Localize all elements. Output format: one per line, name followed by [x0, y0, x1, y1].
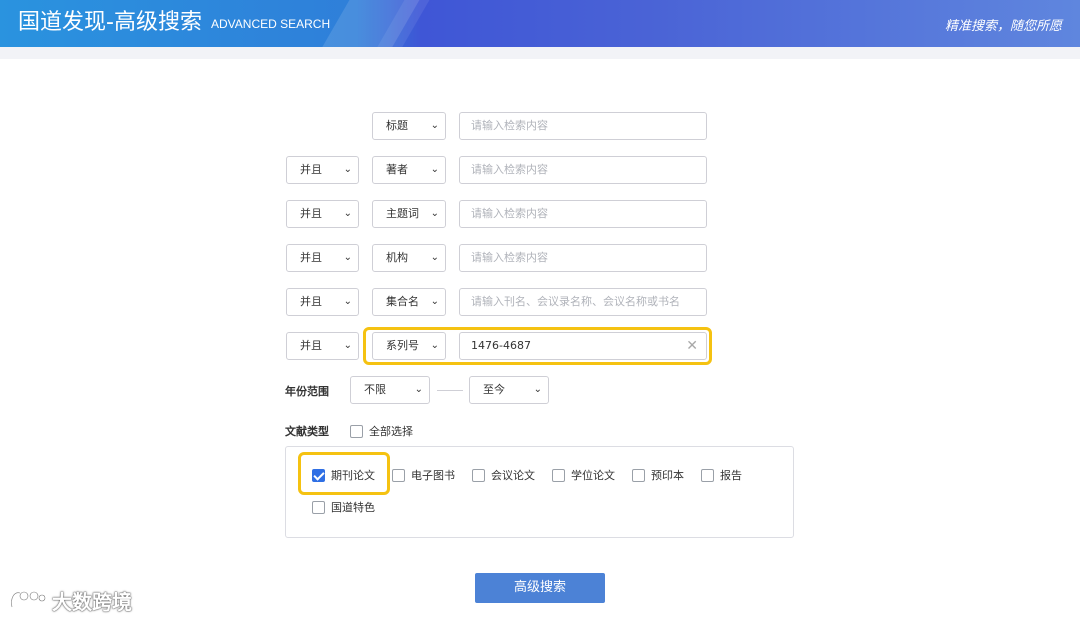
year-range-label: 年份范围 — [285, 385, 329, 398]
checkbox-icon[interactable] — [552, 468, 565, 482]
highlight-box-series — [363, 327, 712, 365]
option-label: 学位论文 — [571, 469, 615, 482]
chevron-down-icon: ⌄ — [430, 296, 439, 307]
search-input-row-5[interactable]: 请输入刊名、会议录名称、会议名称或书名 — [459, 288, 707, 316]
field-select-value: 著者 — [386, 163, 408, 176]
year-to-value: 至今 — [483, 383, 505, 396]
year-from-select[interactable]: 不限 ⌄ — [350, 376, 430, 404]
option-label: 电子图书 — [411, 469, 455, 482]
year-from-value: 不限 — [364, 383, 386, 396]
search-input-row-4[interactable]: 请输入检索内容 — [459, 244, 707, 272]
field-select-row-2[interactable]: 著者 ⌄ — [372, 156, 446, 184]
checkbox-icon[interactable] — [632, 468, 645, 482]
checkbox-icon[interactable] — [392, 468, 405, 482]
doc-type-option-special[interactable]: 国道特色 — [312, 499, 375, 515]
logic-select-value: 并且 — [300, 251, 322, 264]
search-input-row-1[interactable]: 请输入检索内容 — [459, 112, 707, 140]
chevron-down-icon: ⌄ — [430, 252, 439, 263]
input-placeholder: 请输入检索内容 — [471, 251, 548, 264]
checkbox-icon[interactable] — [312, 500, 325, 514]
logic-select-row-5[interactable]: 并且 ⌄ — [286, 288, 359, 316]
doc-type-option-ebook[interactable]: 电子图书 — [392, 467, 455, 483]
watermark-logo-icon — [10, 590, 47, 607]
page-subtitle: ADVANCED SEARCH — [211, 17, 331, 31]
field-select-row-5[interactable]: 集合名 ⌄ — [372, 288, 446, 316]
logic-select-value: 并且 — [300, 207, 322, 220]
input-placeholder: 请输入检索内容 — [471, 119, 548, 132]
chevron-down-icon: ⌄ — [533, 384, 542, 395]
chevron-down-icon: ⌄ — [343, 296, 352, 307]
doc-type-option-report[interactable]: 报告 — [701, 467, 742, 483]
logic-select-row-2[interactable]: 并且 ⌄ — [286, 156, 359, 184]
select-all-label: 全部选择 — [369, 425, 413, 438]
chevron-down-icon: ⌄ — [430, 164, 439, 175]
option-label: 预印本 — [651, 469, 684, 482]
logic-select-row-6[interactable]: 并且 ⌄ — [286, 332, 359, 360]
logic-select-row-4[interactable]: 并且 ⌄ — [286, 244, 359, 272]
highlight-box-journal — [298, 452, 390, 495]
field-select-value: 标题 — [386, 119, 408, 132]
range-divider — [437, 390, 463, 391]
header-banner: 国道发现-高级搜索 ADVANCED SEARCH 精准搜索，随您所愿 — [0, 0, 1080, 47]
select-all-checkbox[interactable]: 全部选择 — [350, 423, 413, 439]
input-placeholder: 请输入刊名、会议录名称、会议名称或书名 — [471, 295, 680, 308]
watermark: 大数跨境 — [8, 586, 132, 615]
option-label: 会议论文 — [491, 469, 535, 482]
field-select-row-4[interactable]: 机构 ⌄ — [372, 244, 446, 272]
field-select-value: 集合名 — [386, 295, 419, 308]
search-input-row-2[interactable]: 请输入检索内容 — [459, 156, 707, 184]
header-slogan: 精准搜索，随您所愿 — [944, 19, 1062, 34]
advanced-search-button[interactable]: 高级搜索 — [475, 573, 605, 603]
input-placeholder: 请输入检索内容 — [471, 207, 548, 220]
doc-type-option-preprint[interactable]: 预印本 — [632, 467, 684, 483]
checkbox-icon[interactable] — [701, 468, 714, 482]
chevron-down-icon: ⌄ — [430, 208, 439, 219]
logic-select-value: 并且 — [300, 339, 322, 352]
chevron-down-icon: ⌄ — [343, 208, 352, 219]
chevron-down-icon: ⌄ — [343, 164, 352, 175]
input-placeholder: 请输入检索内容 — [471, 163, 548, 176]
field-select-row-1[interactable]: 标题 ⌄ — [372, 112, 446, 140]
logic-select-value: 并且 — [300, 163, 322, 176]
checkbox-icon[interactable] — [472, 468, 485, 482]
search-input-row-3[interactable]: 请输入检索内容 — [459, 200, 707, 228]
watermark-text: 大数跨境 — [52, 590, 132, 614]
chevron-down-icon: ⌄ — [430, 120, 439, 131]
header-divider-band — [0, 47, 1080, 59]
doc-type-option-conference[interactable]: 会议论文 — [472, 467, 535, 483]
logic-select-value: 并且 — [300, 295, 322, 308]
doc-type-option-thesis[interactable]: 学位论文 — [552, 467, 615, 483]
chevron-down-icon: ⌄ — [414, 384, 423, 395]
chevron-down-icon: ⌄ — [343, 252, 352, 263]
chevron-down-icon: ⌄ — [343, 340, 352, 351]
field-select-value: 机构 — [386, 251, 408, 264]
field-select-row-3[interactable]: 主题词 ⌄ — [372, 200, 446, 228]
logic-select-row-3[interactable]: 并且 ⌄ — [286, 200, 359, 228]
year-to-select[interactable]: 至今 ⌄ — [469, 376, 549, 404]
option-label: 报告 — [720, 469, 742, 482]
checkbox-icon[interactable] — [350, 424, 363, 438]
option-label: 国道特色 — [331, 501, 375, 514]
page-title: 国道发现-高级搜索 — [18, 10, 202, 35]
field-select-value: 主题词 — [386, 207, 419, 220]
doc-type-label: 文献类型 — [285, 425, 329, 438]
